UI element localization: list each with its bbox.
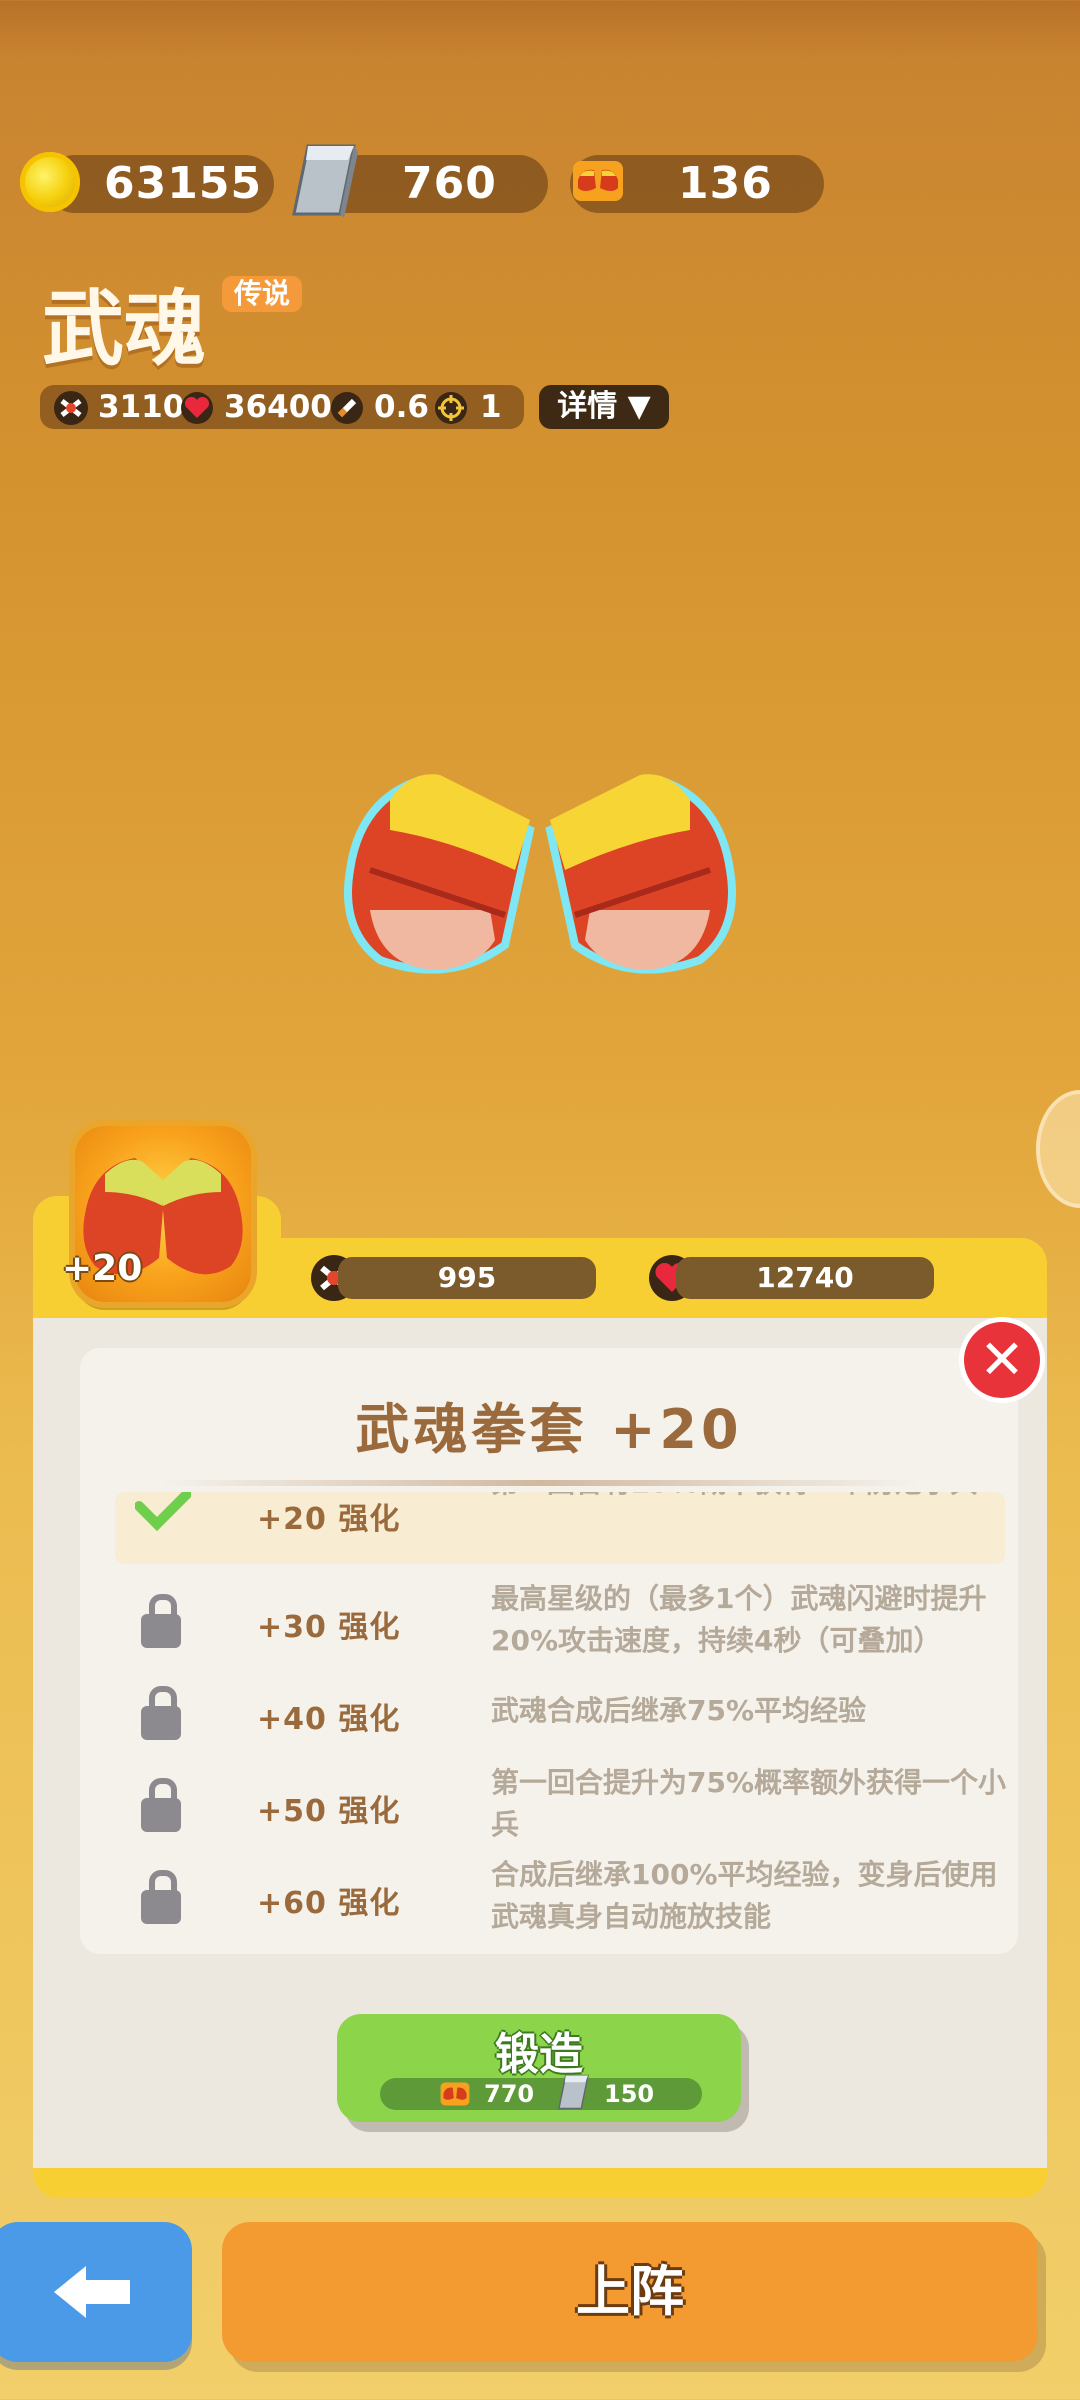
- forge-label: 锻造: [495, 2029, 583, 2080]
- upgrade-desc: 合成后继承100%平均经验，变身后使用武魂真身自动施放技能: [491, 1858, 998, 1933]
- coin-counter: 63155: [46, 155, 274, 213]
- forge-cost-iron: 150: [604, 2080, 655, 2108]
- details-button[interactable]: 详情 ▼: [539, 385, 669, 429]
- attack-icon: [54, 391, 88, 425]
- deploy-label: 上阵: [576, 2260, 684, 2323]
- glove-count: 136: [678, 158, 773, 209]
- speed-icon: [330, 391, 364, 425]
- check-icon: [135, 1492, 191, 1532]
- hp-value: 36400: [224, 389, 332, 425]
- upgrade-label: +20 强化: [257, 1502, 401, 1537]
- upgrade-row: +60 强化 合成后继承100%平均经验，变身后使用武魂真身自动施放技能: [115, 1856, 1005, 1944]
- forge-cost: 770 150: [380, 2074, 702, 2110]
- speed-value: 0.6: [374, 389, 429, 425]
- iron-ingot-icon: [292, 144, 358, 218]
- iron-ingot-icon: [558, 2074, 589, 2110]
- divider: [160, 1480, 920, 1486]
- gloves-artwork: [344, 774, 736, 974]
- lock-icon: [141, 1594, 181, 1648]
- glove-token-icon: [573, 161, 623, 201]
- upgrade-row: +40 强化 武魂合成后继承75%平均经验: [115, 1672, 1005, 1760]
- upgrade-desc: 第一回合提升为75%概率额外获得一个小兵: [491, 1766, 1007, 1841]
- lock-icon: [141, 1870, 181, 1924]
- upgrade-row: +50 强化 第一回合提升为75%概率额外获得一个小兵: [115, 1764, 1006, 1852]
- target-icon: [434, 391, 468, 425]
- card-title: 武魂拳套 +20: [355, 1398, 743, 1461]
- lock-icon: [141, 1686, 181, 1740]
- stats-bar: 3110 36400 0.6 1: [40, 385, 524, 429]
- upgrade-desc: 武魂合成后继承75%平均经验: [491, 1694, 867, 1727]
- upgrade-list[interactable]: +20 强化 第一回合有25%概率获得一个防范小兵 +30 强化 最高星级的（最…: [80, 1492, 1018, 1944]
- upgrade-label: +30 强化: [257, 1610, 401, 1645]
- side-tab-button[interactable]: [1036, 1090, 1080, 1208]
- forge-cost-gloves: 770: [484, 2080, 535, 2108]
- upgrade-label: +50 强化: [257, 1794, 401, 1829]
- upgrade-label: +60 强化: [257, 1886, 401, 1921]
- hp-bonus: 12740: [676, 1257, 934, 1299]
- iron-count: 760: [402, 158, 497, 209]
- close-button[interactable]: ✕: [964, 1322, 1040, 1398]
- arrow-left-icon: [54, 2266, 130, 2318]
- panel-bottom-strip: [33, 2168, 1047, 2198]
- heart-icon: [180, 391, 214, 425]
- hero-name: 武魂: [42, 282, 207, 377]
- range-value: 1: [480, 389, 502, 425]
- lock-icon: [141, 1778, 181, 1832]
- upgrade-desc: 最高星级的（最多1个）武魂闪避时提升20%攻击速度，持续4秒（可叠加）: [491, 1582, 987, 1657]
- rarity-badge: 传说: [222, 276, 303, 312]
- attack-bonus: 995: [338, 1257, 596, 1299]
- upgrade-desc: 第一回合有25%概率获得一个防范小兵: [491, 1492, 1011, 1504]
- upgrade-row: +30 强化 最高星级的（最多1个）武魂闪避时提升20%攻击速度，持续4秒（可叠…: [115, 1580, 1005, 1668]
- attack-value: 3110: [98, 389, 185, 425]
- upgrade-label: +40 强化: [257, 1702, 401, 1737]
- coin-icon: [20, 152, 80, 212]
- level-badge: +20: [62, 1248, 143, 1289]
- back-button[interactable]: [0, 2222, 192, 2362]
- coin-count: 63155: [104, 158, 263, 209]
- glove-token-icon: [440, 2082, 470, 2106]
- upgrade-row: +20 强化 第一回合有25%概率获得一个防范小兵: [115, 1492, 1005, 1564]
